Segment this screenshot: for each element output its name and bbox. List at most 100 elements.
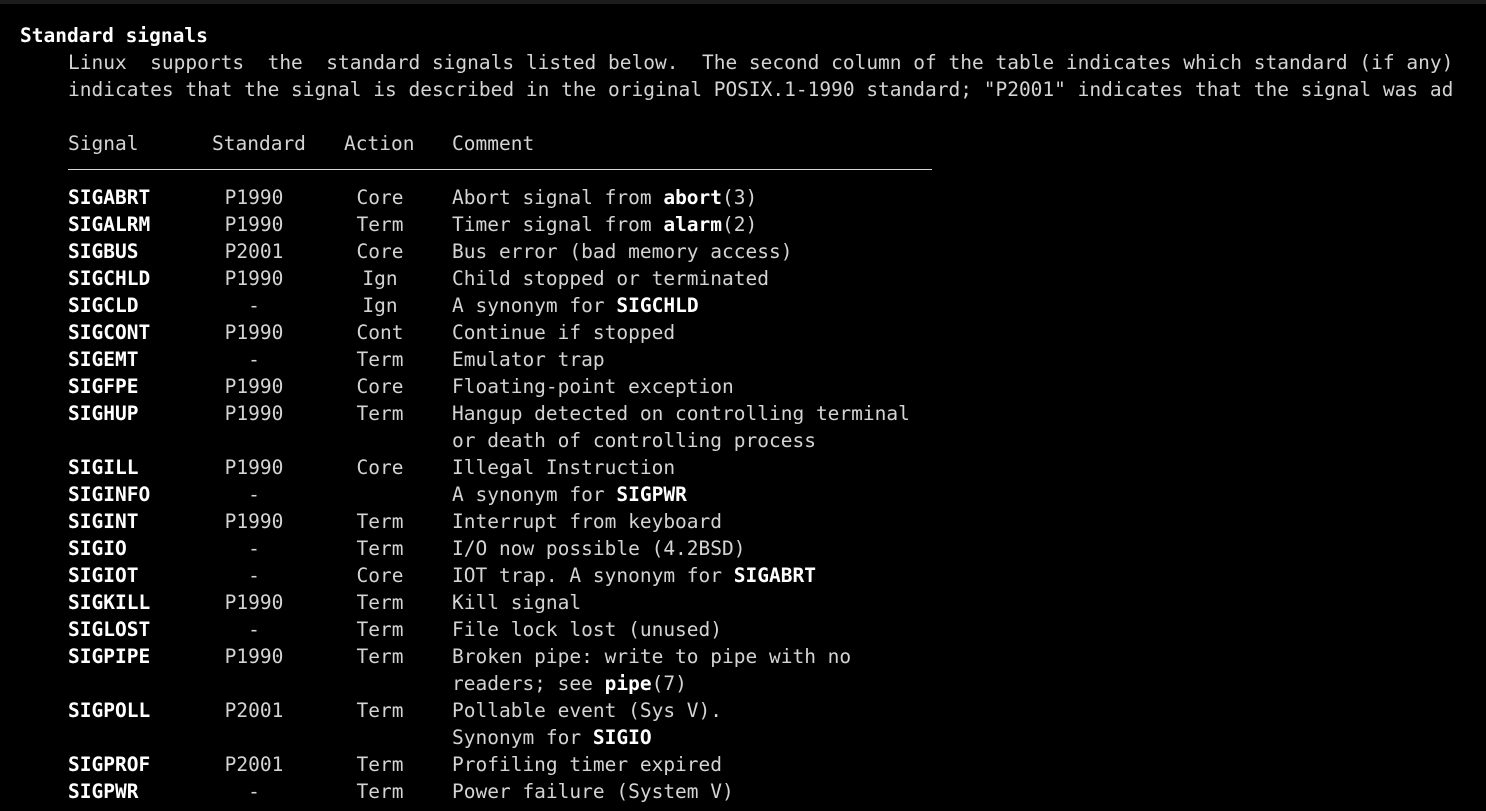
signal-standard: - — [248, 537, 260, 560]
header-rule — [68, 169, 932, 170]
comment-text: Kill signal — [452, 591, 582, 614]
comment-text: Synonym for — [452, 726, 593, 749]
comment-ref: pipe — [604, 672, 652, 695]
signal-comment: Continue if stopped — [452, 319, 675, 346]
signal-standard: P1990 — [224, 213, 284, 236]
comment-text: IOT trap. A synonym for — [452, 564, 734, 587]
signal-name: SIGBUS — [68, 240, 139, 263]
signal-comment: Abort signal from abort(3) — [452, 184, 757, 211]
signal-standard: P1990 — [224, 591, 284, 614]
comment-text: Floating-point exception — [452, 375, 734, 398]
header-standard: Standard — [212, 132, 306, 155]
window-top-border — [0, 0, 1486, 4]
comment-ref: SIGIO — [592, 726, 652, 749]
comment-text: Profiling timer expired — [452, 753, 723, 776]
signal-name: SIGIO — [68, 537, 127, 560]
signal-standard: P1990 — [224, 321, 284, 344]
signal-comment: Floating-point exception — [452, 373, 734, 400]
signal-standard: - — [248, 483, 260, 506]
comment-text: Timer signal from — [452, 213, 664, 236]
signal-action: Core — [356, 564, 404, 587]
signal-action: Term — [356, 510, 404, 533]
signal-action: Term — [356, 645, 404, 668]
signal-comment: Child stopped or terminated — [452, 265, 769, 292]
signal-action: Core — [356, 375, 404, 398]
signal-standard: P1990 — [224, 510, 284, 533]
comment-text: or death of controlling process — [452, 429, 816, 452]
terminal-window[interactable]: Standard signals Linux supports the stan… — [0, 0, 1486, 811]
signal-comment: Pollable event (Sys V). — [452, 697, 722, 724]
signal-comment: Interrupt from keyboard — [452, 508, 722, 535]
signal-standard: P1990 — [224, 645, 284, 668]
signal-comment: Kill signal — [452, 589, 581, 616]
signal-standard: P1990 — [224, 456, 284, 479]
signal-action: Term — [356, 591, 404, 614]
signal-standard: - — [248, 564, 260, 587]
signal-comment: File lock lost (unused) — [452, 616, 722, 643]
signal-comment: Profiling timer expired — [452, 751, 722, 778]
signal-name: SIGEMT — [68, 348, 139, 371]
signal-standard: P1990 — [224, 267, 284, 290]
intro-line-2: indicates that the signal is described i… — [68, 78, 1454, 101]
signal-name: SIGINT — [68, 510, 139, 533]
signal-standard: - — [248, 780, 260, 803]
signal-comment: Power failure (System V) — [452, 778, 734, 805]
signal-standard: P1990 — [224, 375, 284, 398]
signal-name: SIGPWR — [68, 780, 139, 803]
comment-ref: SIGABRT — [733, 564, 816, 587]
signal-standard: - — [248, 348, 260, 371]
signal-action: Term — [356, 618, 404, 641]
signal-action: Term — [356, 348, 404, 371]
comment-ref: abort — [663, 186, 723, 209]
signal-standard: P2001 — [224, 753, 284, 776]
signal-action: Term — [356, 537, 404, 560]
comment-text: Power failure (System V) — [452, 780, 734, 803]
signal-standard: P2001 — [224, 699, 284, 722]
comment-text: readers; see — [452, 672, 605, 695]
signal-standard: P1990 — [224, 186, 284, 209]
signal-comment: Bus error (bad memory access) — [452, 238, 792, 265]
signal-name: SIGKILL — [68, 591, 151, 614]
signal-name: SIGIOT — [68, 564, 139, 587]
signal-standard: - — [248, 618, 260, 641]
signal-comment: Timer signal from alarm(2) — [452, 211, 757, 238]
signal-comment: A synonym for SIGCHLD — [452, 292, 699, 319]
signal-name: SIGALRM — [68, 213, 151, 236]
section-title: Standard signals — [20, 24, 208, 47]
signal-name: SIGCLD — [68, 294, 139, 317]
signal-name: SIGPOLL — [68, 699, 151, 722]
comment-text: Illegal Instruction — [452, 456, 676, 479]
signal-action: Term — [356, 213, 404, 236]
comment-text: A synonym for — [452, 294, 617, 317]
signal-comment: I/O now possible (4.2BSD) — [452, 535, 746, 562]
comment-text: File lock lost (unused) — [452, 618, 723, 641]
signal-action: Ign — [362, 294, 398, 317]
comment-suffix: (2) — [722, 213, 758, 236]
comment-text: Interrupt from keyboard — [452, 510, 723, 533]
comment-text: Child stopped or terminated — [452, 267, 769, 290]
signal-name: SIGHUP — [68, 402, 139, 425]
comment-ref: SIGCHLD — [616, 294, 699, 317]
comment-text: Broken pipe: write to pipe with no — [452, 645, 852, 668]
comment-text: Bus error (bad memory access) — [452, 240, 793, 263]
comment-suffix: (3) — [722, 186, 758, 209]
signal-action: Cont — [356, 321, 404, 344]
signal-comment: A synonym for SIGPWR — [452, 481, 687, 508]
signal-name: SIGPIPE — [68, 645, 151, 668]
signal-action: Term — [356, 699, 404, 722]
signal-name: SIGLOST — [68, 618, 151, 641]
signal-comment: Synonym for SIGIO — [452, 724, 652, 751]
signal-name: SIGPROF — [68, 753, 151, 776]
signal-action: Ign — [362, 267, 398, 290]
signal-standard: - — [248, 294, 260, 317]
signal-comment: Emulator trap — [452, 346, 605, 373]
header-comment: Comment — [452, 132, 535, 155]
signal-action: Core — [356, 186, 404, 209]
comment-text: Emulator trap — [452, 348, 605, 371]
signal-comment: IOT trap. A synonym for SIGABRT — [452, 562, 816, 589]
signal-comment: Broken pipe: write to pipe with no — [452, 643, 851, 670]
signal-standard: P1990 — [224, 402, 284, 425]
signal-action: Term — [356, 753, 404, 776]
header-action: Action — [344, 132, 415, 155]
signal-comment: Illegal Instruction — [452, 454, 675, 481]
